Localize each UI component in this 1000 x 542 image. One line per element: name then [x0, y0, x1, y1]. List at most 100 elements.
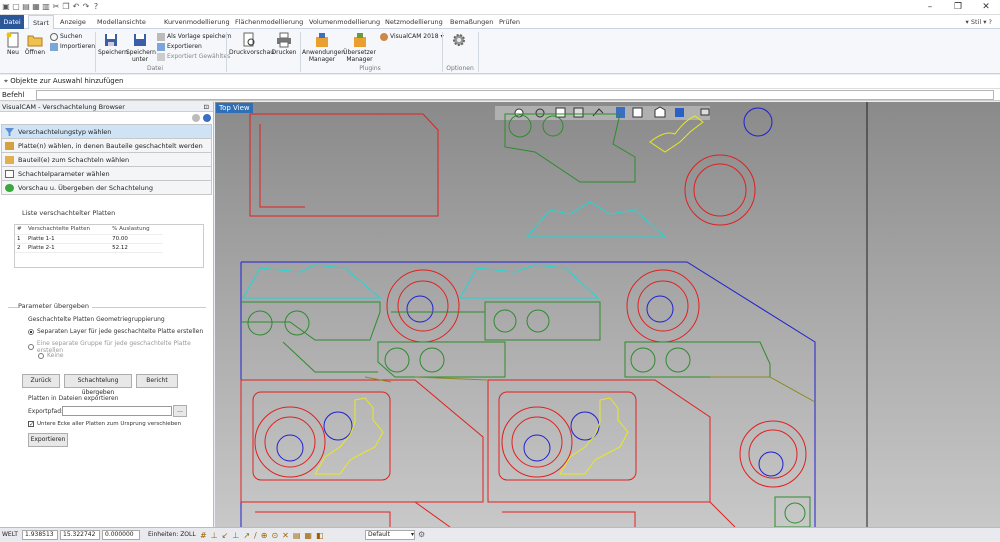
- snap-cross-icon[interactable]: ✕: [282, 529, 289, 542]
- step-select-parts[interactable]: Bauteil(e) zum Schachteln wählen: [1, 152, 212, 167]
- tab-flaechenmodellierung[interactable]: Flächenmodellierung: [231, 15, 307, 29]
- step-nesting-type[interactable]: Verschachtelungstyp wählen: [1, 124, 212, 139]
- snap-perp-icon[interactable]: ⊥: [232, 529, 239, 542]
- export-button[interactable]: Exportieren: [157, 42, 202, 51]
- layer-select[interactable]: Default ▾: [365, 530, 415, 540]
- part-red: [255, 511, 391, 527]
- step-nesting-params[interactable]: Schachtelparameter wählen: [1, 166, 212, 181]
- hole-blue: [406, 295, 434, 323]
- group-label-optionen: Optionen: [446, 65, 474, 72]
- tab-volumenmodellierung[interactable]: Volumenmodellierung: [305, 15, 384, 29]
- part-red: [502, 511, 636, 527]
- tab-pruefen[interactable]: Prüfen: [495, 15, 524, 29]
- command-input[interactable]: [36, 90, 994, 100]
- radio-none[interactable]: Keine: [38, 352, 64, 359]
- cut-icon[interactable]: ✂: [52, 2, 60, 11]
- coord-mode[interactable]: WELT: [2, 528, 18, 541]
- export-files-button[interactable]: Exportieren: [28, 433, 68, 447]
- layer-manager-icon[interactable]: ▦: [304, 529, 312, 542]
- display-mode-icon[interactable]: [632, 107, 643, 118]
- zoom-window-icon[interactable]: [573, 107, 584, 118]
- snap-center-icon[interactable]: ⊙: [271, 529, 278, 542]
- step-select-plates[interactable]: Platte(n) wählen, in denen Bauteile gesc…: [1, 138, 212, 164]
- layers-icon[interactable]: ▤: [293, 529, 301, 542]
- hole-green: [665, 347, 691, 373]
- tab-modellansichte[interactable]: Modellansichte: [93, 15, 150, 29]
- redo-icon[interactable]: ↷: [82, 2, 90, 11]
- print-icon[interactable]: ▥: [42, 2, 50, 11]
- save-as-button[interactable]: Speichern unter: [126, 32, 156, 63]
- part-yellow: [314, 397, 384, 475]
- nesting-geometry: [240, 102, 868, 527]
- nesting-browser-panel: VisualCAM - Verschachtelung Browser ⊡ Ve…: [0, 102, 214, 527]
- save-button[interactable]: Speichern: [98, 32, 128, 56]
- tab-kurvenmodellierung[interactable]: Kurvenmodellierung: [160, 15, 234, 29]
- step-preview-commit[interactable]: Vorschau u. Übergeben der Schachtelung: [1, 180, 212, 195]
- new-button[interactable]: Neu: [4, 32, 22, 56]
- browse-button[interactable]: ...: [173, 405, 187, 417]
- tab-netzmodellierung[interactable]: Netzmodellierung: [381, 15, 447, 29]
- move-origin-checkbox[interactable]: ✓ Untere Ecke aller Platten zum Ursprung …: [28, 421, 181, 428]
- new-icon[interactable]: ▢: [12, 2, 20, 11]
- palette-icon[interactable]: ◧: [316, 529, 324, 542]
- grid-icon[interactable]: #: [200, 529, 207, 542]
- options-button[interactable]: [450, 32, 468, 49]
- gear-icon[interactable]: ⚙: [418, 528, 425, 541]
- export-path-input[interactable]: [62, 406, 172, 416]
- copy-icon[interactable]: ❐: [62, 2, 70, 11]
- print-button[interactable]: Drucken: [271, 32, 297, 56]
- table-row[interactable]: 2 Platte 2-1 52.12: [15, 243, 163, 253]
- tab-file[interactable]: Datei: [0, 15, 24, 29]
- table-row[interactable]: 1 Platte 1-1 70.00: [15, 234, 163, 244]
- translator-manager-button[interactable]: Übersetzer Manager: [343, 32, 376, 63]
- radio-separate-layer[interactable]: Separaten Layer für jede geschachtelte P…: [28, 328, 203, 335]
- help-icon[interactable]: ?: [92, 2, 100, 11]
- tab-anzeige[interactable]: Anzeige: [56, 15, 90, 29]
- zoom-extents-icon[interactable]: [555, 107, 566, 118]
- close-button[interactable]: ✕: [972, 0, 1000, 15]
- print-preview-button[interactable]: Druckvorschau: [229, 32, 274, 56]
- open-button[interactable]: Öffnen: [24, 32, 46, 56]
- export-path-label: Exportpfad:: [28, 408, 64, 415]
- part-red-large: [487, 379, 711, 503]
- style-menu[interactable]: ▾ Stil ▾ ?: [966, 15, 993, 29]
- search-button[interactable]: Suchen: [50, 32, 82, 41]
- standard-views-icon[interactable]: [616, 107, 625, 118]
- undo-icon[interactable]: ↶: [72, 2, 80, 11]
- tab-bemassungen[interactable]: Bemaßungen: [446, 15, 497, 29]
- snap-mid-icon[interactable]: ⊕: [261, 529, 268, 542]
- export-selected-button[interactable]: Exportiert Gewähltes: [157, 52, 230, 61]
- panel-title: VisualCAM - Verschachtelung Browser: [2, 103, 125, 111]
- open-icon[interactable]: ▤: [22, 2, 30, 11]
- commit-nesting-button[interactable]: Schachtelung übergeben: [64, 374, 132, 396]
- import-button[interactable]: Importieren: [50, 42, 95, 51]
- app-icon[interactable]: ▣: [2, 2, 10, 11]
- tab-start[interactable]: Start: [28, 15, 54, 30]
- snap-line-icon[interactable]: /: [254, 529, 257, 542]
- settings-icon[interactable]: [192, 114, 200, 122]
- edge-olive: [710, 376, 816, 403]
- cube-view-icon[interactable]: [675, 108, 684, 117]
- report-button[interactable]: Bericht: [136, 374, 178, 388]
- app-manager-button[interactable]: Anwendungen Manager: [302, 32, 345, 63]
- snap-tangent-icon[interactable]: ↗: [243, 529, 250, 542]
- command-label: Befehl: [2, 91, 25, 99]
- save-template-button[interactable]: Als Vorlage speichern: [157, 32, 232, 41]
- help-icon[interactable]: [203, 114, 211, 122]
- prompt-line: ⌖ Objekte zur Auswahl hinzufügen: [0, 75, 1000, 88]
- checkbox-check-icon: ✓: [28, 421, 35, 428]
- part-yellow: [649, 115, 704, 153]
- units-label[interactable]: Einheiten: ZOLL: [148, 528, 196, 541]
- snap-end-icon[interactable]: ↙: [222, 529, 229, 542]
- settings-view-icon[interactable]: [700, 108, 710, 116]
- viewport[interactable]: Top View: [215, 102, 1000, 527]
- pin-icon[interactable]: ⊡: [204, 102, 209, 112]
- lock-icon[interactable]: ⊥: [211, 529, 218, 542]
- save-icon[interactable]: ▦: [32, 2, 40, 11]
- circle-red: [264, 416, 316, 468]
- part-inner-red: [259, 124, 305, 208]
- minimize-button[interactable]: –: [916, 0, 944, 15]
- back-button[interactable]: Zurück: [22, 374, 60, 388]
- maximize-button[interactable]: ❐: [944, 0, 972, 15]
- visualcam-menu[interactable]: VisualCAM 2018▾: [380, 32, 444, 41]
